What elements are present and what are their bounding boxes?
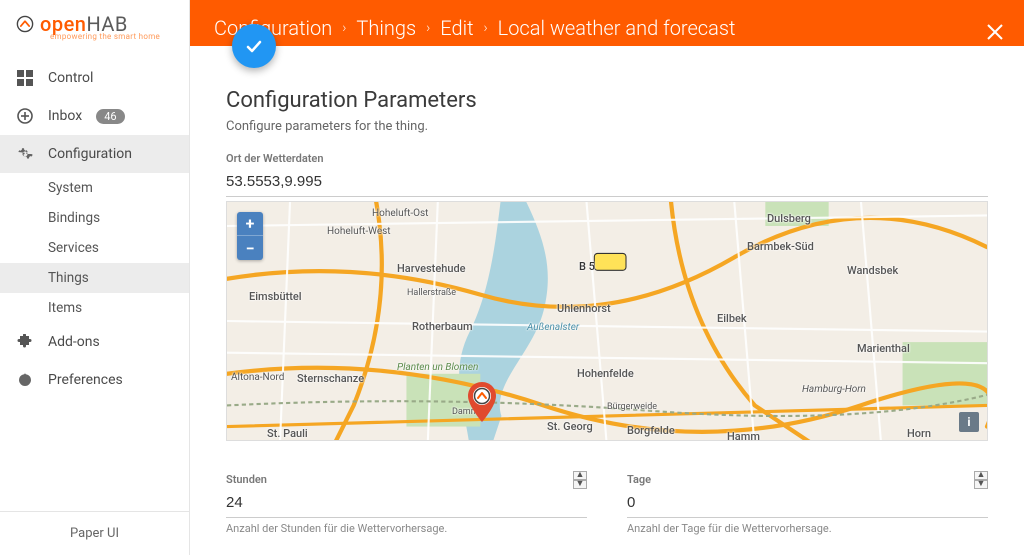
zoom-out-button[interactable]: − (237, 236, 263, 260)
map-canvas (227, 202, 987, 440)
breadcrumb: Configuration › Things › Edit › Local we… (214, 0, 735, 40)
sidebar-sub-bindings[interactable]: Bindings (0, 203, 189, 233)
sidebar-item-label: Configuration (48, 146, 132, 162)
sidebar-item-inbox[interactable]: Inbox 46 (0, 97, 189, 135)
map-zoom-control: + − (237, 212, 263, 260)
sidebar-item-label: Inbox (48, 108, 82, 124)
header: Configuration › Things › Edit › Local we… (190, 0, 1024, 46)
chevron-right-icon: › (484, 20, 488, 36)
map[interactable]: B 5 Hoheluft-Ost Hoheluft-West Dulsberg … (226, 201, 988, 441)
close-button[interactable] (986, 22, 1004, 46)
puzzle-icon (16, 333, 34, 351)
days-help: Anzahl der Tage für die Wettervorhersage… (627, 522, 988, 535)
sidebar: openHAB empowering the smart home Contro… (0, 0, 190, 555)
gear-icon (16, 145, 34, 163)
sidebar-item-label: Control (48, 70, 93, 86)
chevron-right-icon: › (426, 20, 430, 36)
crumb-things[interactable]: Things (356, 16, 416, 40)
star-icon (16, 371, 34, 389)
hours-label: Stunden (226, 473, 587, 486)
sidebar-footer[interactable]: Paper UI (0, 511, 189, 555)
main: Configuration › Things › Edit › Local we… (190, 0, 1024, 555)
inbox-badge: 46 (96, 109, 124, 124)
logo-icon (16, 15, 34, 33)
section-title: Configuration Parameters (226, 46, 988, 113)
sidebar-sub-things[interactable]: Things (0, 263, 189, 293)
nav: Control Inbox 46 Configuration System Bi… (0, 59, 189, 511)
sidebar-sub-services[interactable]: Services (0, 233, 189, 263)
map-pin-icon[interactable] (467, 382, 497, 426)
content: Configuration Parameters Configure param… (190, 46, 1024, 555)
map-info-button[interactable]: i (959, 412, 979, 432)
sidebar-item-label: Preferences (48, 372, 123, 388)
crumb-current: Local weather and forecast (498, 16, 736, 40)
dashboard-icon (16, 69, 34, 87)
section-subtitle: Configure parameters for the thing. (226, 119, 988, 134)
hours-input[interactable] (226, 490, 587, 518)
zoom-in-button[interactable]: + (237, 212, 263, 236)
sidebar-item-control[interactable]: Control (0, 59, 189, 97)
days-input[interactable] (627, 490, 988, 518)
step-down-icon[interactable]: ▼ (974, 480, 988, 489)
sidebar-sub-items[interactable]: Items (0, 293, 189, 323)
chevron-right-icon: › (342, 20, 346, 36)
logo: openHAB empowering the smart home (0, 0, 189, 59)
hours-stepper[interactable]: ▲▼ (573, 471, 587, 489)
logo-tagline: empowering the smart home (50, 32, 173, 41)
sidebar-item-label: Add-ons (48, 334, 100, 350)
sidebar-item-configuration[interactable]: Configuration (0, 135, 189, 173)
hours-help: Anzahl der Stunden für die Wettervorhers… (226, 522, 587, 535)
days-stepper[interactable]: ▲▼ (974, 471, 988, 489)
location-label: Ort der Wetterdaten (226, 152, 988, 165)
crumb-edit[interactable]: Edit (440, 16, 473, 40)
inbox-icon (16, 107, 34, 125)
sidebar-item-addons[interactable]: Add-ons (0, 323, 189, 361)
step-down-icon[interactable]: ▼ (573, 480, 587, 489)
save-fab[interactable] (232, 24, 276, 68)
days-label: Tage (627, 473, 988, 486)
sidebar-item-preferences[interactable]: Preferences (0, 361, 189, 399)
sidebar-sub-system[interactable]: System (0, 173, 189, 203)
location-input[interactable] (226, 169, 988, 197)
